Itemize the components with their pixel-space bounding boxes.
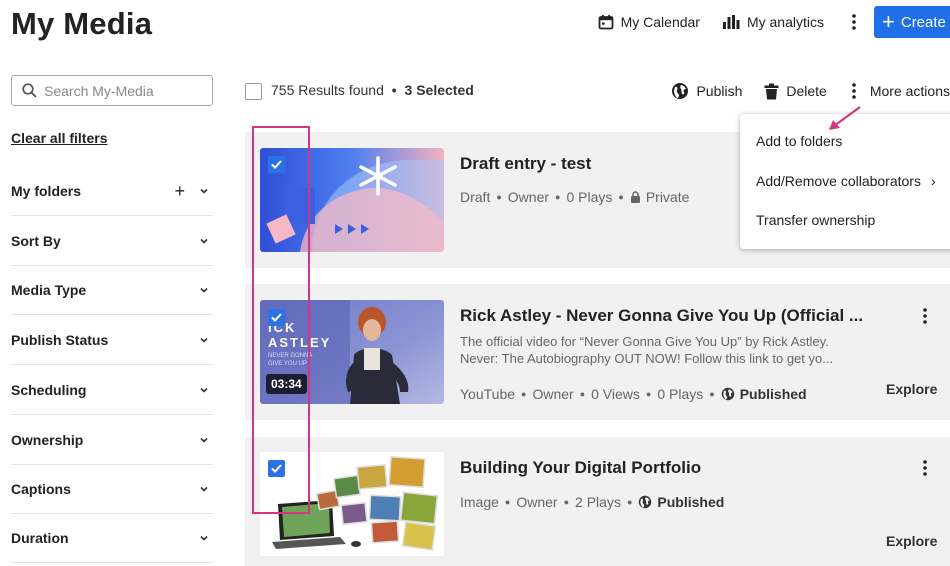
menu-item-add-to-folders[interactable]: Add to folders bbox=[756, 133, 842, 149]
separator-dot: • bbox=[391, 82, 397, 98]
chevron-right-icon: › bbox=[930, 173, 936, 189]
meta-owner: Owner bbox=[532, 386, 574, 402]
header-more-icon[interactable] bbox=[846, 8, 862, 36]
filter-label: Captions bbox=[11, 481, 71, 497]
filter-ownership[interactable]: Ownership bbox=[11, 416, 213, 465]
meta-plays: 0 Plays bbox=[657, 386, 704, 402]
chevron-down-icon bbox=[200, 238, 208, 244]
filter-label: Sort By bbox=[11, 233, 61, 249]
more-actions-menu: Add to folders Add/Remove collaborators … bbox=[740, 114, 950, 249]
filter-label: Publish Status bbox=[11, 332, 109, 348]
meta-plays: 2 Plays bbox=[575, 494, 621, 510]
entry-description: The official video for “Never Gonna Give… bbox=[460, 334, 834, 366]
entry-row-digital-portfolio[interactable]: Building Your Digital Portfolio Image ● … bbox=[245, 437, 950, 566]
chevron-down-icon bbox=[200, 437, 208, 443]
explore-button[interactable]: Explore bbox=[886, 381, 937, 397]
meta-owner: Owner bbox=[507, 189, 550, 205]
filter-label: Ownership bbox=[11, 432, 84, 448]
results-summary: 755 Results found • 3 Selected bbox=[271, 82, 474, 98]
chevron-down-icon bbox=[200, 486, 208, 492]
filter-captions[interactable]: Captions bbox=[11, 465, 213, 514]
entry-meta: Draft ● Owner ● 0 Plays ● Private bbox=[460, 189, 690, 205]
chevron-down-icon bbox=[200, 337, 208, 343]
entry-meta: YouTube ● Owner ● 0 Views ● 0 Plays ● Pu… bbox=[460, 386, 807, 402]
menu-item-transfer-ownership[interactable]: Transfer ownership bbox=[756, 212, 875, 228]
explore-button[interactable]: Explore bbox=[886, 533, 937, 549]
entry-more-icon[interactable] bbox=[917, 456, 933, 480]
globe-icon bbox=[672, 83, 689, 99]
annotation-highlight-box bbox=[252, 126, 310, 514]
meta-privacy: Private bbox=[645, 189, 690, 205]
annotation-arrow-icon bbox=[829, 106, 861, 130]
lock-icon bbox=[630, 191, 640, 203]
filter-media-type[interactable]: Media Type bbox=[11, 266, 213, 315]
filter-sort-by[interactable]: Sort By bbox=[11, 217, 213, 266]
meta-type: Image bbox=[460, 494, 499, 510]
entry-title[interactable]: Draft entry - test bbox=[460, 154, 591, 174]
chevron-down-icon bbox=[200, 387, 208, 393]
meta-source: YouTube bbox=[460, 386, 516, 402]
select-all-checkbox[interactable] bbox=[245, 83, 262, 100]
meta-status: Published bbox=[739, 386, 807, 402]
search-input[interactable] bbox=[44, 82, 194, 99]
filter-label: Media Type bbox=[11, 282, 87, 298]
more-actions-label: More actions bbox=[869, 83, 950, 99]
entry-meta: Image ● Owner ● 2 Plays ● Published bbox=[460, 494, 725, 510]
my-calendar-link[interactable]: My Calendar bbox=[598, 14, 700, 30]
filter-label: My folders bbox=[11, 183, 82, 199]
search-box bbox=[11, 75, 213, 106]
filter-label: Duration bbox=[11, 530, 69, 546]
calendar-icon bbox=[598, 15, 613, 30]
clear-all-filters-link[interactable]: Clear all filters bbox=[11, 130, 108, 146]
add-folder-icon[interactable]: + bbox=[174, 181, 185, 202]
create-button[interactable]: + Create bbox=[874, 6, 950, 38]
filter-my-folders[interactable]: My folders + bbox=[11, 167, 213, 216]
top-actions: My Calendar My analytics + Create bbox=[598, 6, 950, 38]
search-icon bbox=[22, 83, 37, 98]
globe-icon bbox=[721, 387, 734, 401]
filter-duration[interactable]: Duration bbox=[11, 514, 213, 563]
entry-row-rick-astley[interactable]: ICK ASTLEY NEVER GONNA GIVE YOU UP 03:34… bbox=[245, 284, 950, 420]
meta-plays: 0 Plays bbox=[566, 189, 613, 205]
meta-status: Draft bbox=[460, 189, 491, 205]
kebab-icon bbox=[852, 83, 856, 99]
meta-owner: Owner bbox=[516, 494, 558, 510]
delete-label: Delete bbox=[786, 83, 827, 99]
more-actions-button[interactable]: More actions bbox=[849, 83, 950, 99]
filter-label: Scheduling bbox=[11, 382, 87, 398]
selected-count: 3 Selected bbox=[404, 82, 474, 98]
entry-more-icon[interactable] bbox=[917, 304, 933, 328]
filter-scheduling[interactable]: Scheduling bbox=[11, 366, 213, 415]
menu-item-label: Add/Remove collaborators bbox=[756, 173, 921, 189]
chevron-down-icon bbox=[200, 535, 208, 541]
publish-label: Publish bbox=[696, 83, 743, 99]
publish-button[interactable]: Publish bbox=[671, 82, 742, 100]
filter-publish-status[interactable]: Publish Status bbox=[11, 316, 213, 365]
entry-title[interactable]: Rick Astley - Never Gonna Give You Up (O… bbox=[460, 306, 863, 326]
delete-button[interactable]: Delete bbox=[764, 83, 827, 100]
create-label: Create bbox=[900, 13, 946, 31]
trash-icon bbox=[764, 83, 779, 99]
bulk-actions: Publish Delete More actions bbox=[671, 78, 950, 104]
my-analytics-label: My analytics bbox=[746, 14, 824, 30]
analytics-icon bbox=[722, 15, 740, 29]
meta-status: Published bbox=[657, 494, 725, 510]
chevron-down-icon bbox=[200, 188, 208, 194]
globe-icon bbox=[639, 495, 652, 509]
menu-item-add-remove-collaborators[interactable]: Add/Remove collaborators › bbox=[756, 173, 936, 189]
my-analytics-link[interactable]: My analytics bbox=[722, 14, 824, 30]
results-count: 755 Results found bbox=[271, 82, 384, 98]
page-title: My Media bbox=[11, 6, 153, 41]
plus-icon: + bbox=[882, 9, 895, 34]
meta-views: 0 Views bbox=[591, 386, 640, 402]
chevron-down-icon bbox=[200, 287, 208, 293]
my-calendar-label: My Calendar bbox=[620, 14, 700, 30]
entry-title[interactable]: Building Your Digital Portfolio bbox=[460, 458, 701, 478]
